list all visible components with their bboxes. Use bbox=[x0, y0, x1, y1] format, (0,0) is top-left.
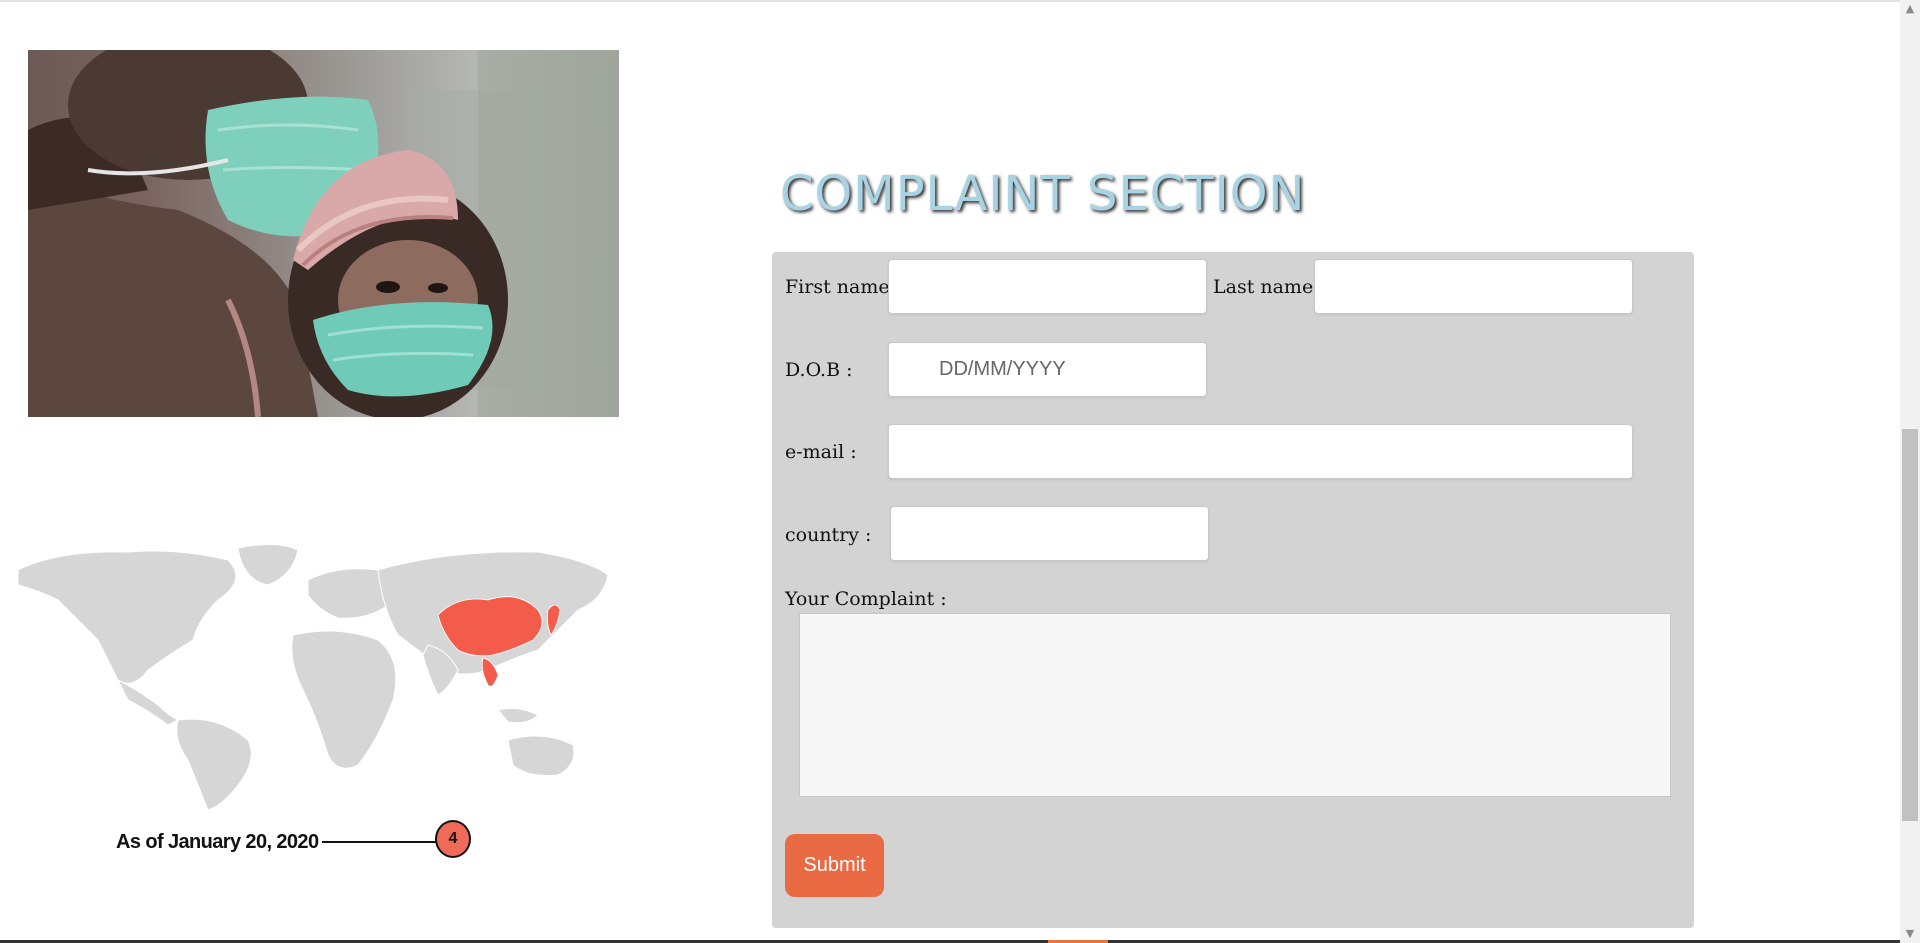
last-name-input[interactable] bbox=[1314, 259, 1633, 314]
scroll-up-arrow-icon[interactable]: ▲ bbox=[1900, 0, 1920, 16]
country-label: country : bbox=[785, 524, 872, 546]
world-map bbox=[17, 540, 610, 811]
scrollbar-thumb[interactable] bbox=[1902, 429, 1918, 821]
dob-input[interactable] bbox=[888, 342, 1207, 397]
email-input[interactable] bbox=[888, 424, 1633, 479]
email-label: e-mail : bbox=[785, 441, 857, 463]
masked-people-photo bbox=[28, 50, 619, 417]
country-input[interactable] bbox=[890, 506, 1209, 561]
photo-illustration bbox=[28, 50, 619, 417]
timeline-date-label: As of January 20, 2020 bbox=[116, 831, 319, 853]
first-name-input[interactable] bbox=[888, 259, 1207, 314]
world-map-icon bbox=[17, 544, 609, 811]
complaint-section-heading: COMPLAINT SECTION bbox=[780, 166, 1306, 222]
first-name-label: First name: bbox=[785, 276, 896, 298]
submit-button[interactable]: Submit bbox=[785, 834, 884, 897]
timeline-count-marker: 4 bbox=[435, 820, 471, 858]
top-rule bbox=[0, 0, 1900, 2]
vertical-scrollbar[interactable]: ▲ ▼ bbox=[1900, 0, 1920, 943]
last-name-label: Last name: bbox=[1213, 276, 1320, 298]
complaint-label: Your Complaint : bbox=[785, 588, 947, 610]
scroll-down-arrow-icon[interactable]: ▼ bbox=[1900, 925, 1920, 941]
complaint-textarea[interactable] bbox=[799, 613, 1671, 797]
timeline-connector bbox=[322, 841, 436, 843]
dob-label: D.O.B : bbox=[785, 359, 853, 381]
